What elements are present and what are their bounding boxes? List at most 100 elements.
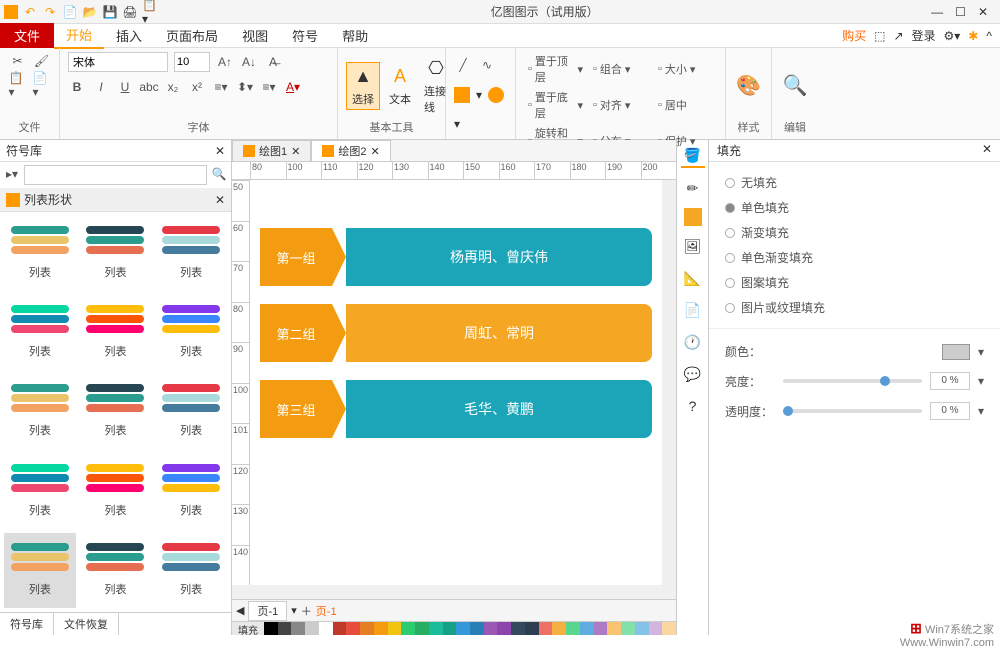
color-swatch[interactable] <box>539 622 553 635</box>
rpanel-close-icon[interactable]: ✕ <box>982 142 992 159</box>
color-swatch[interactable] <box>470 622 484 635</box>
color-swatch[interactable] <box>594 622 608 635</box>
doc-tab-1[interactable]: 绘图1✕ <box>232 140 311 161</box>
tab-close-icon[interactable]: ✕ <box>370 145 379 158</box>
color-picker[interactable] <box>942 344 970 360</box>
opacity-slider[interactable] <box>783 409 922 413</box>
bring-front[interactable]: ▫置于顶层▾ <box>524 52 587 86</box>
symbol-item[interactable]: 列表 <box>155 216 227 291</box>
bold-icon[interactable]: B <box>68 78 86 96</box>
tab-recovery[interactable]: 文件恢复 <box>54 613 119 635</box>
color-swatch[interactable] <box>429 622 443 635</box>
cat-close-icon[interactable]: ✕ <box>215 193 225 207</box>
symbol-item[interactable]: 列表 <box>4 533 76 608</box>
group-btn[interactable]: ▫组合▾ <box>589 60 652 78</box>
fill-option[interactable]: 单色渐变填充 <box>725 245 984 270</box>
symbol-item[interactable]: 列表 <box>80 454 152 529</box>
share-icon[interactable]: ⬚ <box>874 29 885 43</box>
color-swatch[interactable] <box>497 622 511 635</box>
fontcolor-icon[interactable]: A▾ <box>284 78 302 96</box>
menu-layout[interactable]: 页面布局 <box>154 23 230 48</box>
select-tool[interactable]: ▲选择 <box>346 62 380 110</box>
shape-tool-icon[interactable] <box>684 208 702 226</box>
edit-icon[interactable]: 🔍 <box>786 77 804 95</box>
lib-dropdown[interactable]: ▸▾ <box>3 165 21 183</box>
color-swatch[interactable] <box>484 622 498 635</box>
list-row[interactable]: 第三组毛华、黄鹏 <box>260 380 652 438</box>
canvas[interactable]: 第一组杨再明、曾庆伟第二组周虹、常明第三组毛华、黄鹏 <box>250 180 662 585</box>
color-swatch[interactable] <box>456 622 470 635</box>
symbol-search[interactable] <box>24 165 207 185</box>
color-swatch[interactable] <box>525 622 539 635</box>
list-row[interactable]: 第二组周虹、常明 <box>260 304 652 362</box>
send-back[interactable]: ▫置于底层▾ <box>524 88 587 122</box>
symbol-item[interactable]: 列表 <box>155 454 227 529</box>
color-swatch[interactable] <box>580 622 594 635</box>
grow-font-icon[interactable]: A↑ <box>216 53 234 71</box>
color-swatch[interactable] <box>388 622 402 635</box>
layer-tool-icon[interactable]: 📐 <box>681 266 705 290</box>
symbol-item[interactable]: 列表 <box>155 295 227 370</box>
color-swatch[interactable] <box>374 622 388 635</box>
brush-icon[interactable]: 🖌 <box>33 52 51 70</box>
save-icon[interactable]: 💾 <box>102 4 118 20</box>
print-icon[interactable]: 🖨 <box>122 4 138 20</box>
tab-symbols[interactable]: 符号库 <box>0 613 54 635</box>
tab-close-icon[interactable]: ✕ <box>291 145 300 158</box>
symbol-item[interactable]: 列表 <box>4 454 76 529</box>
page-tab[interactable]: 页-1 <box>248 601 287 621</box>
color-swatch[interactable] <box>264 622 278 635</box>
menu-insert[interactable]: 插入 <box>104 23 154 48</box>
page-prev[interactable]: ◀ <box>236 604 244 617</box>
linespace-icon[interactable]: ⬍▾ <box>236 78 254 96</box>
font-select[interactable] <box>68 52 168 72</box>
color-swatch[interactable] <box>346 622 360 635</box>
list-row[interactable]: 第一组杨再明、曾庆伟 <box>260 228 652 286</box>
page-tool-icon[interactable]: 📄 <box>681 298 705 322</box>
doc-tab-2[interactable]: 绘图2✕ <box>311 140 390 161</box>
line-icon[interactable]: ╱ <box>454 56 472 74</box>
text-tool[interactable]: A文本 <box>384 63 416 109</box>
buy-link[interactable]: 购买 <box>842 27 866 44</box>
underline-icon[interactable]: U <box>116 78 134 96</box>
color-swatch[interactable] <box>291 622 305 635</box>
close-icon[interactable]: ✕ <box>978 5 988 19</box>
menu-start[interactable]: 开始 <box>54 22 104 49</box>
paste-icon[interactable]: 📄▾ <box>33 76 51 94</box>
color-swatch[interactable] <box>443 622 457 635</box>
color-swatch[interactable] <box>621 622 635 635</box>
sub-icon[interactable]: x₂ <box>164 78 182 96</box>
panel-close-icon[interactable]: ✕ <box>215 144 225 158</box>
color-swatch[interactable] <box>415 622 429 635</box>
color-swatch[interactable] <box>319 622 333 635</box>
menu-symbol[interactable]: 符号 <box>280 23 330 48</box>
color-swatch[interactable] <box>401 622 415 635</box>
symbol-item[interactable]: 列表 <box>80 216 152 291</box>
fill-option[interactable]: 图片或纹理填充 <box>725 295 984 320</box>
color-swatch[interactable] <box>662 622 676 635</box>
align-btn[interactable]: ▫对齐▾ <box>589 96 652 114</box>
line-tool-icon[interactable]: ✏ <box>681 176 705 200</box>
style-icon[interactable]: 🎨 <box>740 77 758 95</box>
color-swatch[interactable] <box>566 622 580 635</box>
curve-icon[interactable]: ∿ <box>478 56 496 74</box>
gear-icon[interactable]: ⚙▾ <box>944 29 961 43</box>
color-swatch[interactable] <box>305 622 319 635</box>
search-icon[interactable]: 🔍 <box>210 165 228 183</box>
login-link[interactable]: 登录 <box>912 27 936 44</box>
color-swatch[interactable] <box>649 622 663 635</box>
fill-option[interactable]: 单色填充 <box>725 195 984 220</box>
undo-icon[interactable]: ↶ <box>22 4 38 20</box>
history-tool-icon[interactable]: 🕐 <box>681 330 705 354</box>
fill-option[interactable]: 无填充 <box>725 170 984 195</box>
italic-icon[interactable]: I <box>92 78 110 96</box>
scrollbar-v[interactable] <box>662 180 676 585</box>
collapse-icon[interactable]: ^ <box>986 29 992 43</box>
color-swatch[interactable] <box>635 622 649 635</box>
center-btn[interactable]: ▫居中 <box>654 96 717 114</box>
color-palette[interactable]: 填充 <box>232 621 676 635</box>
wheel-icon[interactable]: ✱ <box>968 29 978 43</box>
color-swatch[interactable] <box>278 622 292 635</box>
color-swatch[interactable] <box>511 622 525 635</box>
color-swatch[interactable] <box>607 622 621 635</box>
